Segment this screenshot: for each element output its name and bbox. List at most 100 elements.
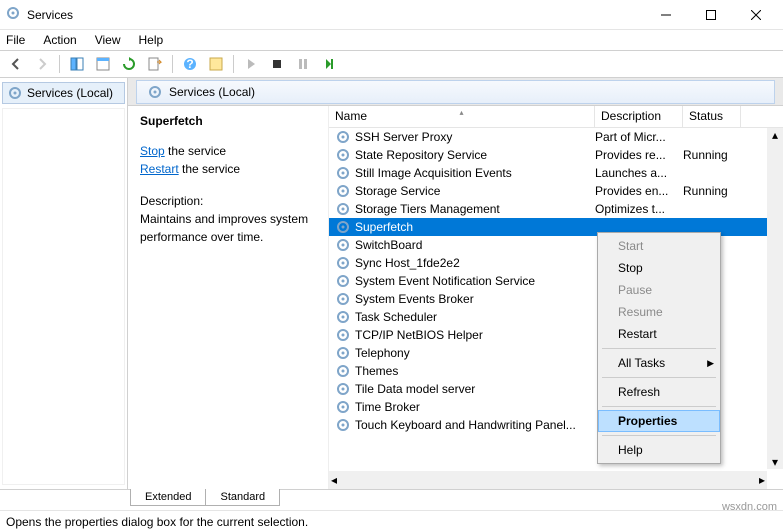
forward-button[interactable]: [31, 53, 53, 75]
ctx-start: Start: [598, 235, 720, 257]
ctx-all-tasks[interactable]: All Tasks▶: [598, 352, 720, 374]
window-title: Services: [27, 8, 73, 22]
service-icon: [335, 291, 351, 307]
scroll-right-icon: ▸: [759, 473, 765, 487]
cell-name: SwitchBoard: [355, 238, 595, 252]
cell-name: Tile Data model server: [355, 382, 595, 396]
cell-status: Running: [683, 148, 733, 162]
service-icon: [335, 363, 351, 379]
restart-link[interactable]: Restart: [140, 162, 179, 176]
show-hide-tree-button[interactable]: [66, 53, 88, 75]
service-title: Superfetch: [140, 114, 316, 128]
cell-name: Superfetch: [355, 220, 595, 234]
watermark: wsxdn.com: [722, 501, 777, 513]
cell-name: Touch Keyboard and Handwriting Panel...: [355, 418, 595, 432]
pane-title: Services (Local): [169, 85, 255, 99]
pause-service-button[interactable]: [292, 53, 314, 75]
tab-standard[interactable]: Standard: [205, 489, 280, 506]
list-row[interactable]: State Repository ServiceProvides re...Ru…: [329, 146, 783, 164]
menu-help[interactable]: Help: [139, 33, 164, 47]
ctx-properties[interactable]: Properties: [598, 410, 720, 432]
statusbar: Opens the properties dialog box for the …: [0, 510, 783, 532]
restart-service-button[interactable]: [318, 53, 340, 75]
scroll-up-icon: ▴: [772, 128, 778, 142]
ctx-resume: Resume: [598, 301, 720, 323]
pane-header: Services (Local): [128, 78, 783, 106]
stop-text: the service: [165, 144, 226, 158]
minimize-button[interactable]: [643, 1, 688, 29]
cell-name: TCP/IP NetBIOS Helper: [355, 328, 595, 342]
cell-name: System Event Notification Service: [355, 274, 595, 288]
stop-service-button[interactable]: [266, 53, 288, 75]
service-icon: [335, 255, 351, 271]
svg-text:?: ?: [186, 57, 193, 71]
ctx-stop[interactable]: Stop: [598, 257, 720, 279]
cell-name: Task Scheduler: [355, 310, 595, 324]
service-icon: [335, 417, 351, 433]
ctx-help[interactable]: Help: [598, 439, 720, 461]
cell-name: Sync Host_1fde2e2: [355, 256, 595, 270]
app-icon: [5, 5, 21, 24]
cell-name: Themes: [355, 364, 595, 378]
description-label: Description:: [140, 194, 203, 208]
cell-name: Time Broker: [355, 400, 595, 414]
service-icon: [7, 85, 23, 101]
detail-panel: Superfetch Stop the service Restart the …: [128, 106, 328, 489]
cell-name: Telephony: [355, 346, 595, 360]
tab-extended[interactable]: Extended: [130, 489, 205, 506]
description-text: Maintains and improves system performanc…: [140, 212, 308, 244]
list-row[interactable]: SSH Server ProxyPart of Micr...: [329, 128, 783, 146]
service-icon: [335, 219, 351, 235]
column-status[interactable]: Status: [683, 106, 741, 127]
service-icon: [335, 201, 351, 217]
cell-name: Storage Service: [355, 184, 595, 198]
cell-name: SSH Server Proxy: [355, 130, 595, 144]
toolbar: ?: [0, 50, 783, 78]
context-menu: Start Stop Pause Resume Restart All Task…: [597, 232, 721, 464]
list-row[interactable]: Storage Tiers ManagementOptimizes t...: [329, 200, 783, 218]
list-row[interactable]: Storage ServiceProvides en...Running: [329, 182, 783, 200]
service-icon: [335, 345, 351, 361]
service-icon: [335, 165, 351, 181]
service-icon: [335, 273, 351, 289]
tree-item-label: Services (Local): [27, 86, 113, 100]
ctx-refresh[interactable]: Refresh: [598, 381, 720, 403]
service-icon: [335, 183, 351, 199]
tree-item-services-local[interactable]: Services (Local): [2, 82, 125, 104]
service-icon: [335, 327, 351, 343]
cell-description: Provides en...: [595, 184, 683, 198]
service-icon: [335, 309, 351, 325]
start-service-button[interactable]: [240, 53, 262, 75]
cell-name: System Events Broker: [355, 292, 595, 306]
help-topics-button[interactable]: [205, 53, 227, 75]
menubar: File Action View Help: [0, 30, 783, 50]
vertical-scrollbar[interactable]: ▴ ▾: [767, 128, 783, 469]
cell-description: Launches a...: [595, 166, 683, 180]
column-description[interactable]: Description: [595, 106, 683, 127]
left-pane: Services (Local): [0, 78, 128, 489]
cell-description: Provides re...: [595, 148, 683, 162]
help-button[interactable]: ?: [179, 53, 201, 75]
column-name[interactable]: Name▴: [329, 106, 595, 127]
properties-toolbar-button[interactable]: [92, 53, 114, 75]
menu-file[interactable]: File: [6, 33, 25, 47]
service-icon: [147, 84, 163, 100]
service-icon: [335, 129, 351, 145]
status-text: Opens the properties dialog box for the …: [6, 515, 308, 529]
list-header: Name▴ Description Status: [329, 106, 783, 128]
cell-name: Still Image Acquisition Events: [355, 166, 595, 180]
maximize-button[interactable]: [688, 1, 733, 29]
menu-action[interactable]: Action: [43, 33, 76, 47]
close-button[interactable]: [733, 1, 778, 29]
ctx-restart[interactable]: Restart: [598, 323, 720, 345]
titlebar: Services: [0, 0, 783, 30]
stop-link[interactable]: Stop: [140, 144, 165, 158]
export-list-button[interactable]: [144, 53, 166, 75]
service-icon: [335, 399, 351, 415]
service-icon: [335, 237, 351, 253]
menu-view[interactable]: View: [95, 33, 121, 47]
list-row[interactable]: Still Image Acquisition EventsLaunches a…: [329, 164, 783, 182]
horizontal-scrollbar[interactable]: ◂ ▸: [329, 471, 767, 489]
back-button[interactable]: [5, 53, 27, 75]
refresh-button[interactable]: [118, 53, 140, 75]
